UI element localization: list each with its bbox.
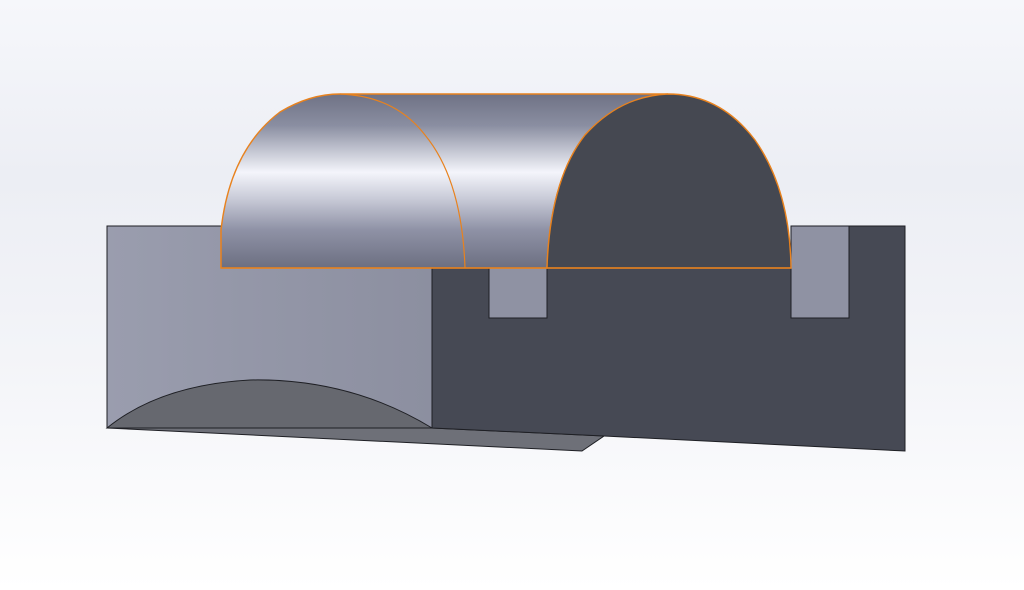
slot-right-inner-face[interactable] (790, 225, 850, 319)
cad-model-view[interactable] (0, 0, 1024, 590)
graphics-viewport[interactable] (0, 0, 1024, 590)
